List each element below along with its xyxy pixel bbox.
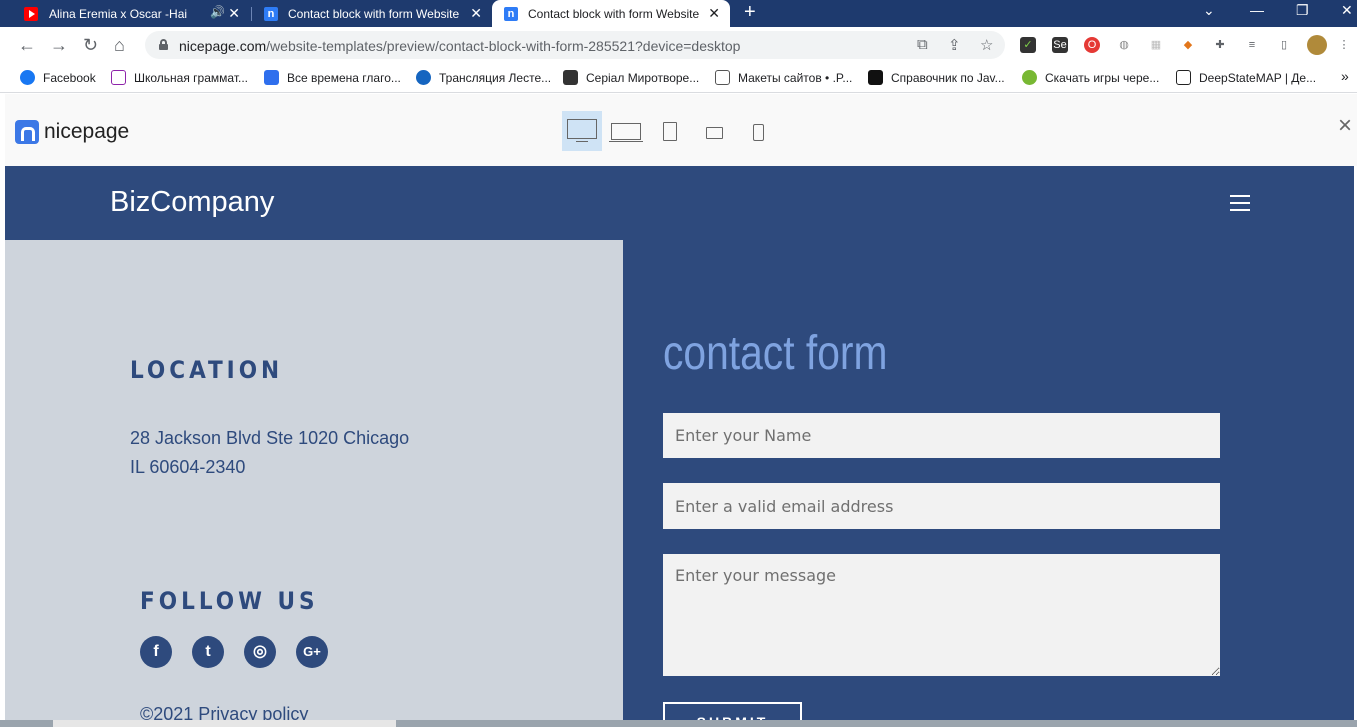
window-close-icon[interactable]: ✕	[1341, 2, 1353, 19]
nicepage-toolbar: nicepage ×	[5, 94, 1357, 166]
tab-search-icon[interactable]: ⌄	[1203, 2, 1215, 19]
bookmark-stream[interactable]: Трансляция Лесте...	[416, 70, 551, 85]
new-tab-button[interactable]: +	[744, 1, 756, 24]
close-tab-icon[interactable]: ✕	[470, 5, 482, 22]
follow-us-heading: FOLLOW US	[140, 587, 319, 615]
extension-opera-icon[interactable]: O	[1084, 37, 1100, 53]
desktop-icon	[567, 119, 597, 139]
device-desktop-button[interactable]	[562, 111, 602, 151]
nicepage-icon: n	[264, 7, 278, 21]
minimize-icon[interactable]: —	[1250, 2, 1264, 18]
address-bar: ← → ↻ ⌂ nicepage.com/website-templates/p…	[0, 27, 1357, 63]
side-panel-icon[interactable]: ▯	[1276, 37, 1292, 53]
more-bookmarks-icon[interactable]: »	[1341, 68, 1349, 84]
twitter-icon[interactable]: t	[192, 636, 224, 668]
address-line-1: 28 Jackson Blvd Ste 1020 Chicago	[130, 428, 410, 448]
page-preview: BizCompany LOCATION 28 Jackson Blvd Ste …	[5, 166, 1354, 727]
close-tab-icon[interactable]: ✕	[228, 5, 240, 22]
tab-youtube[interactable]: Alina Eremia x Oscar -Hai spune 🔊 ✕	[0, 0, 250, 27]
device-tablet-landscape-button[interactable]	[694, 111, 734, 151]
forward-icon[interactable]: →	[50, 35, 68, 56]
bookmark-facebook[interactable]: Facebook	[20, 70, 96, 85]
home-icon[interactable]: ⌂	[114, 35, 125, 56]
tab-title: Alina Eremia x Oscar -Hai spune	[49, 6, 189, 21]
phone-icon	[753, 124, 764, 141]
close-preview-icon[interactable]: ×	[1338, 112, 1352, 140]
extension-globe-icon[interactable]: ◍	[1116, 37, 1132, 53]
nicepage-logo-text: nicepage	[44, 120, 130, 143]
bookmark-grammar[interactable]: Школьная граммат...	[111, 70, 248, 85]
tab-title: Contact block with form Website	[528, 6, 700, 21]
nicepage-logo[interactable]: nicepage	[15, 120, 129, 144]
reload-icon[interactable]: ↻	[83, 35, 98, 56]
nicepage-logo-icon	[15, 120, 39, 144]
device-laptop-button[interactable]	[606, 111, 646, 151]
bookmark-star-icon[interactable]: ☆	[980, 36, 993, 54]
name-input[interactable]	[663, 413, 1220, 458]
device-tablet-button[interactable]	[650, 111, 690, 151]
extension-check-icon[interactable]: ✓	[1020, 37, 1036, 53]
location-heading: LOCATION	[130, 356, 284, 384]
utorrent-icon	[1022, 70, 1037, 85]
nicepage-icon: n	[504, 7, 518, 21]
tablet-landscape-icon	[706, 127, 723, 139]
m-black-icon	[868, 70, 883, 85]
tablet-icon	[663, 122, 677, 141]
bookmark-java[interactable]: Справочник по Jav...	[868, 70, 1005, 85]
nnn-icon	[111, 70, 126, 85]
horizontal-scrollbar[interactable]	[0, 720, 1357, 727]
email-input[interactable]	[663, 483, 1220, 529]
bookmark-deepstate[interactable]: DeepStateMAP | Де...	[1176, 70, 1316, 85]
facebook-icon	[20, 70, 35, 85]
deepstate-icon	[1176, 70, 1191, 85]
address-line-2: IL 60604-2340	[130, 457, 246, 477]
extensions-puzzle-icon[interactable]: ✚	[1212, 37, 1228, 53]
film-icon	[563, 70, 578, 85]
play-icon	[264, 70, 279, 85]
bookmark-layouts[interactable]: Макеты сайтов • .P...	[715, 70, 852, 85]
url-input[interactable]: nicepage.com/website-templates/preview/c…	[145, 31, 1005, 59]
device-phone-button[interactable]	[738, 111, 778, 151]
psd-icon	[715, 70, 730, 85]
m-icon	[416, 70, 431, 85]
audio-icon[interactable]: 🔊	[210, 5, 225, 19]
back-icon[interactable]: ←	[18, 35, 36, 56]
profile-avatar[interactable]	[1307, 35, 1327, 55]
facebook-icon[interactable]: f	[140, 636, 172, 668]
social-links: f t ◎ G+	[140, 636, 328, 668]
message-input[interactable]	[663, 554, 1220, 676]
media-control-icon[interactable]: ≡	[1244, 37, 1260, 53]
tab-nicepage-1[interactable]: n Contact block with form Website ✕	[252, 0, 492, 27]
address: 28 Jackson Blvd Ste 1020 Chicago IL 6060…	[130, 424, 409, 482]
extension-se-icon[interactable]: Se	[1052, 37, 1068, 53]
translate-icon[interactable]: ⧉	[917, 36, 928, 53]
laptop-icon	[611, 123, 641, 140]
extension-grid-icon[interactable]: ▦	[1148, 37, 1164, 53]
instagram-icon[interactable]: ◎	[244, 636, 276, 668]
tab-strip: Alina Eremia x Oscar -Hai spune 🔊 ✕ n Co…	[0, 0, 1357, 27]
url-text: nicepage.com/website-templates/preview/c…	[179, 38, 741, 54]
close-tab-icon[interactable]: ✕	[708, 5, 720, 22]
bookmarks-bar: Facebook Школьная граммат... Все времена…	[0, 63, 1357, 93]
restore-icon[interactable]: ❐	[1296, 2, 1309, 19]
metamask-icon[interactable]: ◆	[1180, 37, 1196, 53]
menu-kebab-icon[interactable]: ⋮	[1336, 37, 1352, 53]
site-brand[interactable]: BizCompany	[110, 186, 274, 219]
contact-form-title: contact form	[663, 327, 888, 380]
tab-title: Contact block with form Website	[288, 6, 460, 21]
bookmark-games[interactable]: Скачать игры чере...	[1022, 70, 1159, 85]
bookmark-tenses[interactable]: Все времена глаго...	[264, 70, 401, 85]
bookmark-series[interactable]: Серіал Миротворе...	[563, 70, 699, 85]
google-plus-icon[interactable]: G+	[296, 636, 328, 668]
share-icon[interactable]: ⇪	[948, 36, 961, 54]
hamburger-menu-icon[interactable]	[1230, 195, 1250, 216]
lock-icon[interactable]	[159, 39, 168, 50]
tab-nicepage-active[interactable]: n Contact block with form Website ✕	[492, 0, 730, 27]
youtube-icon	[24, 7, 38, 21]
